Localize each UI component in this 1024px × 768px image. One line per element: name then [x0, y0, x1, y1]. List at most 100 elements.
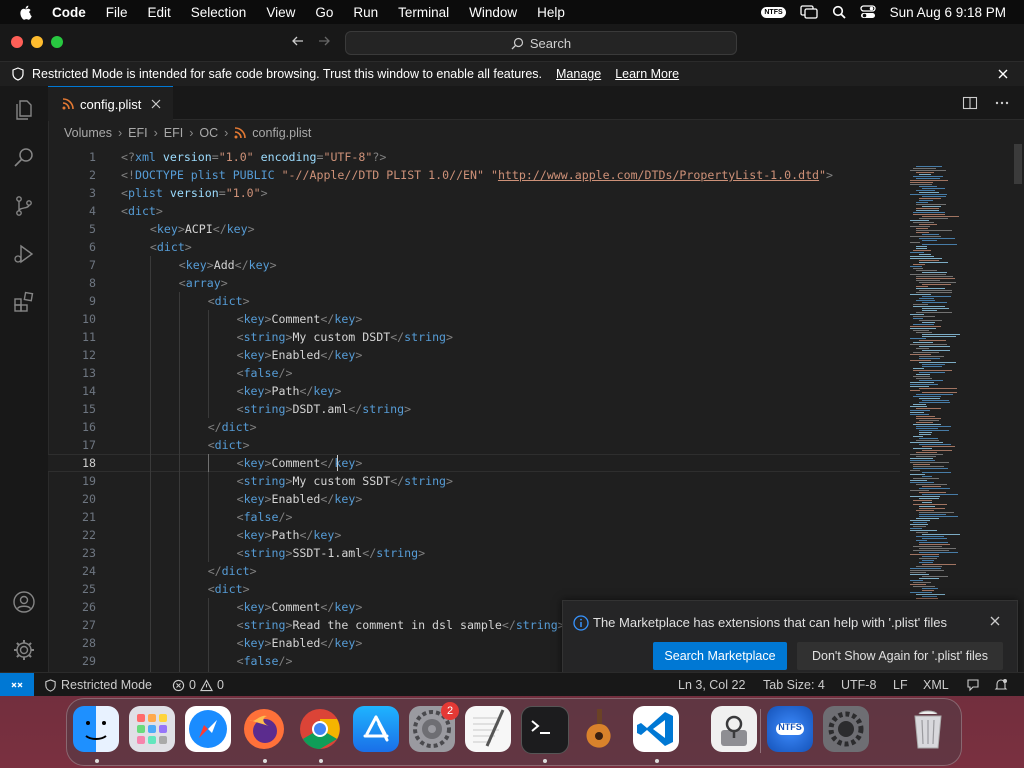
menu-selection[interactable]: Selection: [191, 5, 247, 20]
code-line[interactable]: 7 <key>Add</key>: [48, 256, 900, 274]
extensions-icon[interactable]: [12, 290, 36, 314]
settings-icon[interactable]: [823, 706, 869, 752]
ntfs-app-icon[interactable]: NTFS: [767, 706, 813, 752]
run-and-debug-icon[interactable]: [12, 242, 36, 266]
problems-status[interactable]: 0 0: [172, 673, 224, 696]
language-mode[interactable]: XML: [923, 673, 949, 696]
launchpad-icon[interactable]: [129, 706, 175, 752]
menu-edit[interactable]: Edit: [148, 5, 171, 20]
menu-help[interactable]: Help: [537, 5, 565, 20]
garageband-icon[interactable]: [577, 706, 623, 752]
breadcrumb-efi-sub[interactable]: EFI: [164, 126, 183, 140]
trash-icon[interactable]: [905, 706, 951, 752]
code-text: </dict>: [207, 564, 257, 578]
code-line[interactable]: 25 <dict>: [48, 580, 900, 598]
code-line[interactable]: 6 <dict>: [48, 238, 900, 256]
tab-config-plist[interactable]: config.plist: [48, 86, 173, 121]
spotlight-search-icon[interactable]: [832, 5, 846, 19]
end-of-line[interactable]: LF: [893, 673, 908, 696]
code-line[interactable]: 4 <dict>: [48, 202, 900, 220]
breadcrumb-file[interactable]: config.plist: [252, 126, 311, 140]
notifications-bell-icon[interactable]: [994, 673, 1008, 696]
restricted-mode-status[interactable]: Restricted Mode: [44, 673, 152, 696]
minimap-line: [922, 206, 941, 207]
breadcrumb-oc[interactable]: OC: [199, 126, 218, 140]
command-center-search[interactable]: Search: [345, 31, 737, 55]
zoom-window-button[interactable]: [51, 36, 63, 48]
close-window-button[interactable]: [11, 36, 23, 48]
app-store-icon[interactable]: [353, 706, 399, 752]
menu-go[interactable]: Go: [315, 5, 333, 20]
code-line[interactable]: 19 <string>My custom SSDT</string>: [48, 472, 900, 490]
back-arrow-icon[interactable]: [290, 33, 306, 49]
forward-arrow-icon[interactable]: [316, 33, 332, 49]
encoding[interactable]: UTF-8: [841, 673, 876, 696]
cursor-position[interactable]: Ln 3, Col 22: [678, 673, 745, 696]
source-control-icon[interactable]: [12, 194, 36, 218]
manage-gear-icon[interactable]: [12, 638, 36, 662]
code-line[interactable]: 2 <!DOCTYPE plist PUBLIC "-//Apple//DTD P…: [48, 166, 900, 184]
menu-window[interactable]: Window: [469, 5, 517, 20]
code-line[interactable]: 23 <string>SSDT-1.aml</string>: [48, 544, 900, 562]
dont-show-again-button[interactable]: Don't Show Again for '.plist' files: [797, 642, 1003, 670]
menubar-clock[interactable]: Sun Aug 6 9:18 PM: [890, 5, 1006, 20]
more-actions-icon[interactable]: [994, 95, 1010, 111]
apple-icon[interactable]: [18, 4, 34, 20]
search-marketplace-button[interactable]: Search Marketplace: [653, 642, 787, 670]
code-line[interactable]: 21 <false/>: [48, 508, 900, 526]
terminal-running-dot: [543, 759, 547, 763]
search-icon[interactable]: [12, 146, 36, 170]
code-line[interactable]: 11 <string>My custom DSDT</string>: [48, 328, 900, 346]
code-line[interactable]: 3 <plist version="1.0">: [48, 184, 900, 202]
code-line[interactable]: 18 <key>Comment</key>: [48, 454, 900, 472]
code-line[interactable]: 9 <dict>: [48, 292, 900, 310]
ntfs-status-icon[interactable]: NTFS: [761, 6, 786, 18]
menu-app-code[interactable]: Code: [52, 5, 86, 20]
display-mirror-icon[interactable]: [800, 5, 818, 19]
learn-more-link[interactable]: Learn More: [615, 67, 679, 81]
finder-icon[interactable]: [73, 706, 119, 752]
control-center-icon[interactable]: [860, 5, 876, 19]
scrollbar-thumb[interactable]: [1014, 144, 1022, 184]
chrome-icon[interactable]: [297, 706, 343, 752]
menu-file[interactable]: File: [106, 5, 128, 20]
feedback-icon[interactable]: [966, 673, 980, 696]
minimize-window-button[interactable]: [31, 36, 43, 48]
menu-view[interactable]: View: [266, 5, 295, 20]
code-line[interactable]: 16 </dict>: [48, 418, 900, 436]
terminal-icon[interactable]: [521, 706, 569, 754]
vscode-icon[interactable]: [633, 706, 679, 752]
close-banner-icon[interactable]: [996, 67, 1010, 81]
code-line[interactable]: 5 <key>ACPI</key>: [48, 220, 900, 238]
code-line[interactable]: 22 <key>Path</key>: [48, 526, 900, 544]
code-line[interactable]: 8 <array>: [48, 274, 900, 292]
code-line[interactable]: 24 </dict>: [48, 562, 900, 580]
remote-indicator[interactable]: [0, 673, 34, 696]
code-line[interactable]: 17 <dict>: [48, 436, 900, 454]
safari-icon[interactable]: [185, 706, 231, 752]
tab-size[interactable]: Tab Size: 4: [763, 673, 825, 696]
minimap-line: [922, 400, 949, 401]
code-text: <dict>: [207, 582, 250, 596]
system-settings-icon[interactable]: 2: [409, 702, 459, 752]
firefox-icon[interactable]: [241, 706, 287, 752]
explorer-icon[interactable]: [12, 98, 36, 122]
code-line[interactable]: 20 <key>Enabled</key>: [48, 490, 900, 508]
code-line[interactable]: 12 <key>Enabled</key>: [48, 346, 900, 364]
code-line[interactable]: 15 <string>DSDT.aml</string>: [48, 400, 900, 418]
textedit-icon[interactable]: [465, 706, 511, 752]
code-line[interactable]: 10 <key>Comment</key>: [48, 310, 900, 328]
breadcrumb-efi[interactable]: EFI: [128, 126, 147, 140]
close-tab-icon[interactable]: [151, 99, 161, 109]
code-line[interactable]: 14 <key>Path</key>: [48, 382, 900, 400]
close-notification-icon[interactable]: [989, 615, 1001, 627]
menu-terminal[interactable]: Terminal: [398, 5, 449, 20]
breadcrumb-volumes[interactable]: Volumes: [64, 126, 112, 140]
accounts-icon[interactable]: [12, 590, 36, 614]
split-editor-icon[interactable]: [962, 95, 978, 111]
code-line[interactable]: 13 <false/>: [48, 364, 900, 382]
manage-link[interactable]: Manage: [556, 67, 601, 81]
code-line[interactable]: 1 <?xml version="1.0" encoding="UTF-8"?>: [48, 148, 900, 166]
menu-run[interactable]: Run: [353, 5, 378, 20]
disk-utility-icon[interactable]: [711, 706, 757, 752]
